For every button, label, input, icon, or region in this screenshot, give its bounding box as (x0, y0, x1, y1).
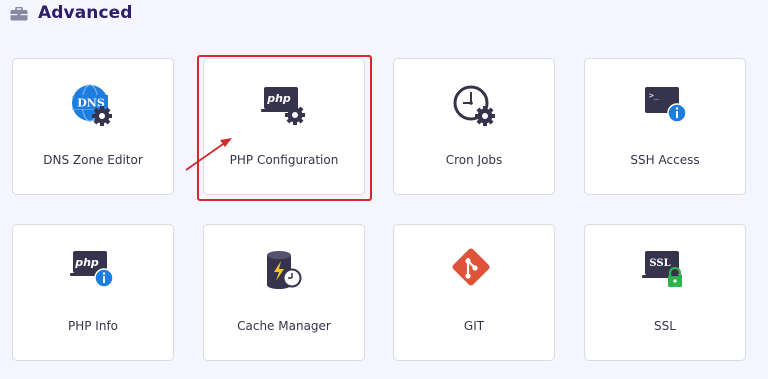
tile-cache-manager[interactable]: Cache Manager (203, 224, 365, 361)
database-lightning-clock-icon (267, 251, 302, 289)
tile-git[interactable]: GIT (393, 224, 555, 361)
tile-label: PHP Info (67, 319, 119, 333)
advanced-section: Advanced DNS DNS Zone Editor php PHP Con… (0, 0, 768, 379)
clock-gear-icon (453, 85, 495, 126)
tile-cron-jobs[interactable]: Cron Jobs (393, 58, 555, 195)
terminal-info-icon: >_ (645, 87, 687, 123)
tile-label: SSL (654, 319, 676, 333)
section-header: Advanced (10, 0, 133, 26)
svg-text:SSL: SSL (649, 258, 670, 269)
tile-php-configuration[interactable]: php PHP Configuration (203, 58, 365, 195)
dns-gear-icon: DNS (72, 84, 112, 126)
svg-text:php: php (74, 256, 99, 269)
tile-label: SSH Access (630, 153, 700, 167)
php-gear-icon: php (261, 87, 305, 125)
tile-ssh-access[interactable]: >_ SSH Access (584, 58, 746, 195)
tile-dns-zone-editor[interactable]: DNS DNS Zone Editor (12, 58, 174, 195)
ssl-lock-icon: SSL (642, 251, 682, 287)
tile-label: GIT (463, 319, 485, 333)
php-info-icon: php (70, 251, 114, 288)
tile-label: PHP Configuration (229, 153, 339, 167)
tile-php-info[interactable]: php PHP Info (12, 224, 174, 361)
tile-label: Cache Manager (237, 319, 331, 333)
section-title: Advanced (38, 3, 133, 23)
tile-label: DNS Zone Editor (43, 153, 143, 167)
briefcase-icon (10, 6, 28, 20)
git-icon (452, 248, 490, 286)
tile-ssl[interactable]: SSL SSL (584, 224, 746, 361)
svg-text:>_: >_ (649, 91, 659, 100)
svg-text:php: php (266, 92, 291, 105)
tile-label: Cron Jobs (445, 153, 503, 167)
